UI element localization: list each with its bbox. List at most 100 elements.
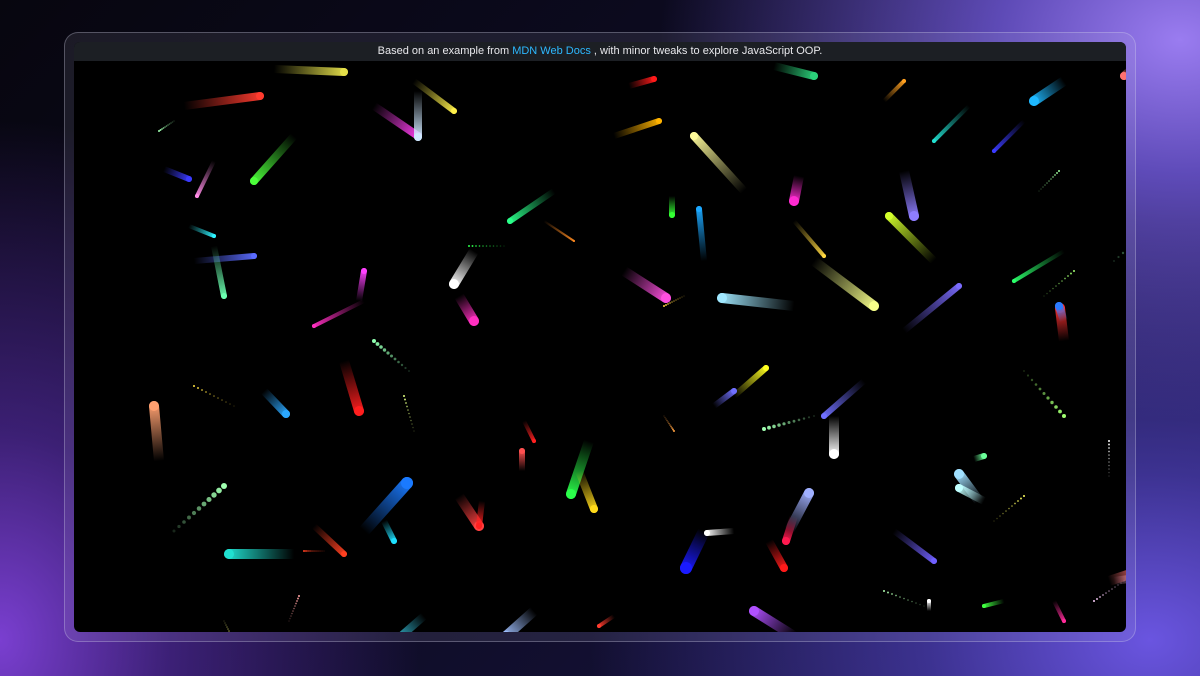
trail-dot [903,597,905,600]
moving-ball [358,477,413,537]
moving-ball [1052,599,1066,623]
ball-streak [711,388,737,409]
moving-ball [193,385,235,407]
moving-ball [611,118,662,139]
ball-streak [575,467,598,513]
trail-dot [1038,387,1042,391]
trail-dot [679,297,681,299]
trail-dot [673,300,675,302]
ball-head [955,484,963,492]
trail-dot [1008,507,1010,510]
window-frame: Based on an example from MDN Web Docs , … [64,32,1136,642]
trail-dot [1108,447,1110,449]
trail-dot [411,423,413,425]
moving-ball [507,188,557,224]
moving-ball [784,488,814,536]
ball-streak [522,419,536,443]
trail-dot [226,626,228,628]
moving-ball [809,256,879,311]
trail-dot [782,422,786,426]
trail-dot [767,425,771,430]
trail-dot [216,487,222,494]
trail-dot [669,424,671,426]
trail-dot [386,351,390,355]
ball-streak [1029,76,1069,106]
trail-dot [772,424,776,429]
ball-streak [149,401,164,466]
ball-streak [399,612,428,632]
trail-dot [1058,170,1060,172]
ball-head [651,76,657,82]
trail-dot [182,520,186,524]
moving-ball [770,62,818,80]
trail-dot [1108,450,1110,453]
trail-dot [294,605,296,607]
ball-streak [211,243,227,299]
ball-head [507,218,513,224]
trail-dot [292,610,294,612]
ball-head [256,92,264,100]
trail-dot [1038,190,1040,192]
ball-streak [250,132,298,185]
trail-dot [224,622,226,624]
trail-dot [323,550,325,552]
bouncing-balls-canvas[interactable] [74,61,1126,632]
ball-streak [161,166,192,182]
trail-dot [1108,468,1110,470]
trail-dot [1113,260,1115,262]
ball-streak [792,219,826,258]
trail-dot [197,387,199,389]
moving-ball [1120,68,1126,80]
moving-ball [765,537,788,572]
moving-ball [992,119,1026,153]
moving-ball [891,528,937,564]
trail-dot [409,416,411,418]
moving-ball [792,219,826,258]
trail-dot [665,304,667,306]
moving-ball [311,523,347,557]
ball-head [391,538,397,544]
trail-dot [1058,282,1060,285]
demo-viewport: Based on an example from MDN Web Docs , … [74,42,1126,632]
trail-dot [291,612,293,615]
moving-ball [619,266,671,303]
trail-dot [475,245,477,247]
trail-dot [1052,287,1054,290]
trail-dot [206,496,212,503]
moving-ball [932,104,971,143]
moving-ball [519,448,525,474]
ball-head [224,549,234,559]
ball-head [932,139,936,143]
trail-dot [407,409,409,411]
ball-streak [370,102,422,140]
trail-dot [887,591,889,594]
trail-dot [1108,464,1110,467]
trail-dot [1058,409,1062,414]
trail-dot [201,389,203,391]
trail-dot [1108,590,1110,592]
trail-dot [891,593,893,595]
moving-ball [789,171,804,206]
trail-dot [298,595,300,597]
ball-head [221,293,227,299]
moving-ball [829,411,839,459]
trail-dot [1105,592,1107,594]
ball-streak [680,525,710,574]
trail-dot [1117,255,1120,259]
trail-dot [1064,277,1066,280]
mdn-web-docs-link[interactable]: MDN Web Docs [512,45,591,57]
ball-streak [502,606,539,632]
banner-prefix: Based on an example from [377,45,513,57]
trail-dot [1052,176,1054,178]
trail-dot [1048,180,1050,182]
trail-dot [666,419,668,422]
trail-dot [503,245,505,247]
trail-dot [162,127,165,129]
ball-streak [784,488,814,536]
trail-dot [1043,295,1045,297]
trail-dot [777,423,781,427]
ball-head [195,194,199,198]
trail-dot [221,483,227,489]
ball-head [414,133,422,141]
ball-head [519,448,525,454]
